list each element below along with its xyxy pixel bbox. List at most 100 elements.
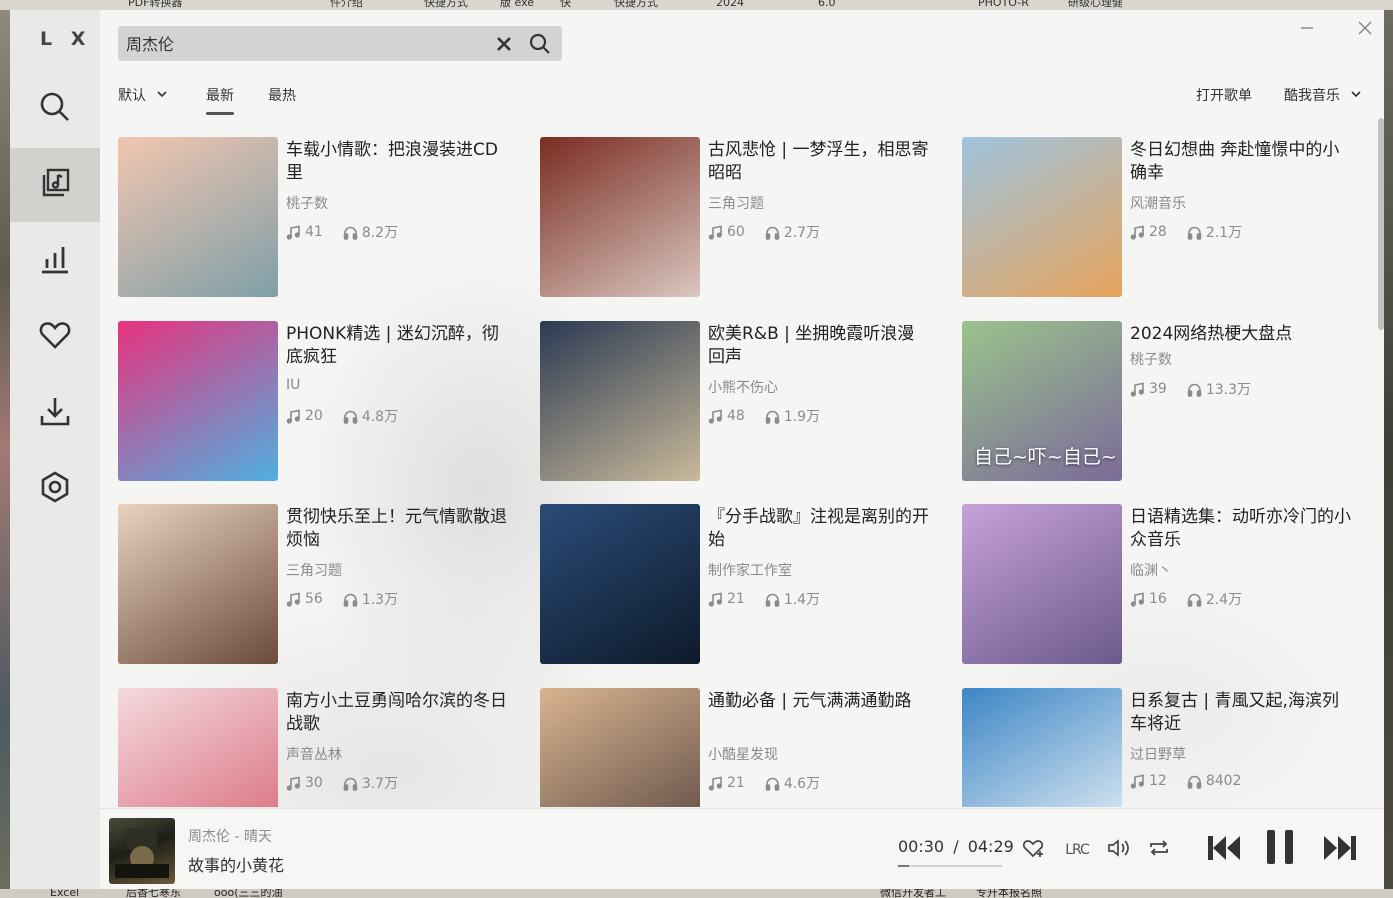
playlist-card[interactable]: 欧美R&B | 坐拥晚霞听浪漫回声 小熊不伤心 48 1.9万	[540, 321, 940, 481]
search-icon	[38, 90, 72, 128]
repeat-button[interactable]	[1144, 835, 1174, 865]
playlist-title[interactable]: 2024网络热梗大盘点	[1130, 323, 1352, 346]
playlist-card[interactable]: 『分手战歌』注视是离别的开始 制作家工作室 21 1.4万	[540, 504, 940, 664]
playlist-stats: 56 1.3万	[286, 589, 418, 609]
playlist-cover[interactable]	[962, 688, 1122, 807]
pause-button[interactable]	[1260, 829, 1300, 869]
music-note-icon	[286, 225, 305, 240]
lyric-button[interactable]: LRC	[1060, 835, 1094, 865]
play-count: 8.2万	[343, 222, 398, 242]
playlist-cover[interactable]	[962, 137, 1122, 297]
playlist-cover[interactable]	[540, 137, 700, 297]
playlist-cover[interactable]	[118, 137, 278, 297]
playlist-cover[interactable]	[118, 504, 278, 664]
playlist-card[interactable]: 贯彻快乐至上！元气情歌散退烦恼 三角习题 56 1.3万	[118, 504, 518, 664]
sidebar-item-leaderboard[interactable]	[10, 224, 100, 298]
play-count-value: 13.3万	[1205, 382, 1251, 398]
song-count-value: 12	[1149, 773, 1167, 789]
close-icon[interactable]	[490, 30, 518, 58]
bar-chart-icon	[38, 242, 72, 280]
playlist-stats: 12 8402	[1130, 773, 1261, 789]
desktop-left-strip	[0, 10, 10, 889]
song-count: 12	[1130, 773, 1167, 789]
playlist-card[interactable]: 冬日幻想曲 奔赴憧憬中的小确幸风潮音乐 28 2.1万	[962, 137, 1362, 297]
minimize-button[interactable]	[1292, 18, 1322, 42]
sidebar-item-download[interactable]	[10, 376, 100, 450]
skip-back-icon	[1206, 834, 1244, 866]
playlist-grid: 车载小情歌：把浪漫装进CD里 桃子数 41 8.2万 古风悲怆 | 一梦浮生，相思寄昭昭…	[118, 137, 1368, 807]
playlist-title[interactable]: 贯彻快乐至上！元气情歌散退烦恼	[286, 506, 508, 552]
tab-newest[interactable]: 最新	[206, 86, 234, 115]
comment-button[interactable]	[1018, 835, 1048, 865]
sidebar-item-search[interactable]	[10, 72, 100, 146]
progress-fill	[898, 865, 910, 867]
playlist-title[interactable]: 欧美R&B | 坐拥晚霞听浪漫回声	[708, 323, 930, 369]
desktop-label: PHOTO-R	[978, 0, 1029, 9]
playlist-title[interactable]: 日语精选集：动听亦冷门的小众音乐	[1130, 506, 1352, 552]
playlist-card[interactable]: 车载小情歌：把浪漫装进CD里 桃子数 41 8.2万	[118, 137, 518, 297]
playlist-card[interactable]: 古风悲怆 | 一梦浮生，相思寄昭昭 三角习题 60 2.7万	[540, 137, 940, 297]
playlist-title[interactable]: 『分手战歌』注视是离别的开始	[708, 506, 930, 552]
tab-hottest[interactable]: 最热	[268, 86, 296, 106]
music-note-icon	[708, 776, 727, 791]
music-note-icon	[708, 225, 727, 240]
close-button[interactable]	[1350, 18, 1380, 42]
progress-bar[interactable]	[898, 865, 1002, 867]
song-count: 41	[286, 224, 323, 240]
playlist-cover[interactable]	[540, 504, 700, 664]
song-count-value: 41	[305, 224, 323, 240]
playlist-title[interactable]: 车载小情歌：把浪漫装进CD里	[286, 139, 508, 185]
playlist-title[interactable]: 古风悲怆 | 一梦浮生，相思寄昭昭	[708, 139, 930, 185]
volume-button[interactable]	[1103, 835, 1133, 865]
playlist-cover[interactable]	[118, 688, 278, 807]
playlist-card[interactable]: 日系复古 | 青風又起,海滨列车将近 过日野草 12 8402	[962, 688, 1362, 807]
search-icon[interactable]	[526, 30, 554, 58]
desktop-label: 微信开发者工	[880, 889, 946, 898]
play-count: 4.6万	[765, 773, 820, 793]
playlist-card[interactable]: 自己~吓~自己~ 2024网络热梗大盘点 桃子数 39 13.3万	[962, 321, 1362, 481]
app-window: L X 周杰伦 默认 最新 最热 打开歌单 酷我音乐 车载小情歌：把浪漫装进CD…	[10, 10, 1384, 889]
minimize-icon	[1299, 20, 1315, 40]
play-count: 8402	[1187, 773, 1241, 789]
sidebar-item-songlist[interactable]	[10, 148, 100, 222]
playlist-cover[interactable]	[962, 504, 1122, 664]
playlist-card[interactable]: 南方小土豆勇闯哈尔滨的冬日战歌 声音丛林 30 3.7万	[118, 688, 518, 807]
heart-icon	[38, 318, 72, 356]
desktop-label: 版 exe	[500, 0, 535, 9]
previous-button[interactable]	[1204, 831, 1246, 869]
playlist-card[interactable]: 通勤必备 | 元气满满通勤路 小酷星发现 21 4.6万	[540, 688, 940, 807]
playlist-title[interactable]: 通勤必备 | 元气满满通勤路	[708, 690, 930, 713]
chevron-down-icon	[1350, 86, 1362, 106]
playlist-title[interactable]: PHONK精选 | 迷幻沉醉，彻底疯狂	[286, 323, 508, 369]
song-count: 16	[1130, 591, 1167, 607]
sidebar-item-settings[interactable]	[10, 452, 100, 526]
playlist-title[interactable]: 日系复古 | 青風又起,海滨列车将近	[1130, 690, 1352, 736]
play-count-value: 1.3万	[361, 592, 399, 608]
song-count: 56	[286, 591, 323, 607]
playlist-cover[interactable]: 自己~吓~自己~	[962, 321, 1122, 481]
sort-dropdown[interactable]: 默认	[118, 86, 168, 106]
playlist-card[interactable]: 日语精选集：动听亦冷门的小众音乐 临渊丶 16 2.4万	[962, 504, 1362, 664]
open-playlist-button[interactable]: 打开歌单	[1196, 86, 1252, 106]
playlist-cover[interactable]	[540, 321, 700, 481]
sort-label: 默认	[118, 88, 146, 104]
playlist-author: 风潮音乐	[1130, 196, 1186, 212]
app-logo: L X	[40, 28, 92, 50]
playlist-cover[interactable]	[118, 321, 278, 481]
song-count-value: 39	[1149, 381, 1167, 397]
headphones-icon	[343, 225, 362, 240]
playlist-title[interactable]: 冬日幻想曲 奔赴憧憬中的小确幸	[1130, 139, 1352, 185]
search-input[interactable]	[126, 26, 486, 61]
next-button[interactable]	[1318, 831, 1360, 869]
playlist-title[interactable]: 南方小土豆勇闯哈尔滨的冬日战歌	[286, 690, 508, 736]
playlist-stats: 28 2.1万	[1130, 222, 1262, 242]
album-cover[interactable]	[109, 818, 175, 884]
playlist-card[interactable]: PHONK精选 | 迷幻沉醉，彻底疯狂 IU 20 4.8万	[118, 321, 518, 481]
scrollbar-thumb[interactable]	[1378, 118, 1384, 330]
chevron-down-icon	[156, 86, 168, 106]
song-count-value: 21	[727, 775, 745, 791]
playlist-cover[interactable]	[540, 688, 700, 807]
sidebar-item-favorites[interactable]	[10, 300, 100, 374]
music-note-icon	[1130, 382, 1149, 397]
source-dropdown[interactable]: 酷我音乐	[1284, 86, 1362, 106]
